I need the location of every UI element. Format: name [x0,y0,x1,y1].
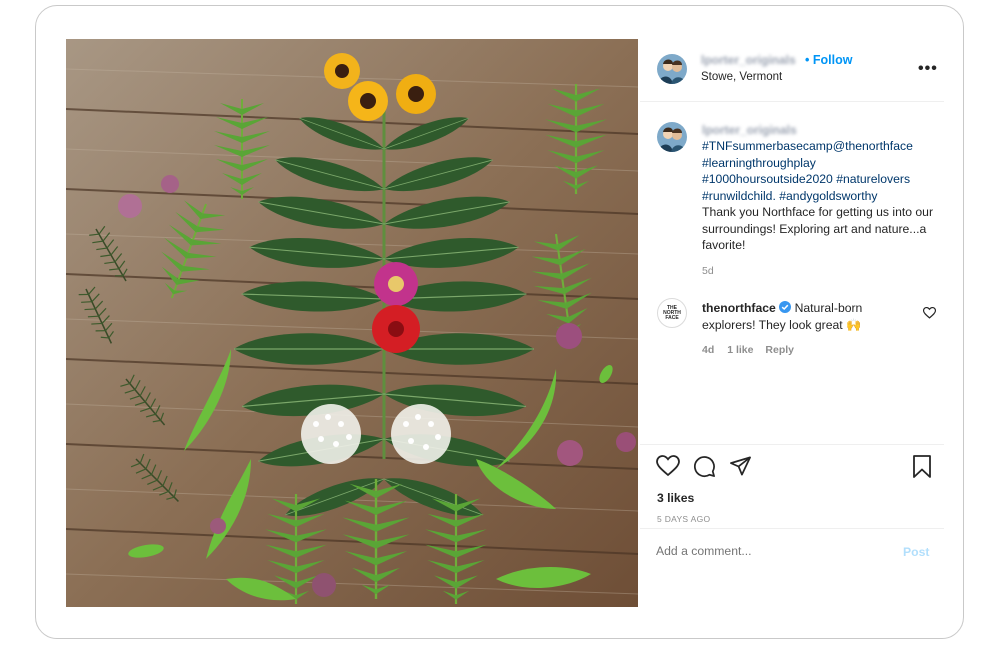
heart-icon[interactable] [656,455,680,477]
post-image[interactable] [66,39,638,607]
follow-button[interactable]: • Follow [805,53,852,67]
likes-count[interactable]: 3 likes [657,491,694,505]
hashtag-link[interactable]: #andygoldsworthy [779,189,877,203]
hashtag-link[interactable]: #naturelovers [836,172,910,186]
add-comment-section: Post [640,528,944,608]
share-icon[interactable] [729,455,752,477]
caption-username[interactable]: lporter_originals [702,123,797,137]
comment-body: thenorthface Natural-born explorers! The… [702,300,916,333]
hashtag-link[interactable]: #learningthroughplay [702,156,816,170]
more-icon[interactable]: ••• [918,60,938,78]
post-username[interactable]: lporter_originals [701,53,796,67]
comment-meta: 4d 1 like Reply [702,344,794,356]
caption-text: #TNFsummerbasecamp@thenorthface #learnin… [702,138,938,254]
comment-likes[interactable]: 1 like [727,344,753,356]
caption-age[interactable]: 5d [702,265,714,277]
post-comment-button[interactable]: Post [903,545,929,559]
comment-like-heart-icon[interactable] [923,307,936,319]
comment-age[interactable]: 4d [702,344,714,356]
caption-body: Thank you Northface for getting us into … [702,205,934,252]
post-location[interactable]: Stowe, Vermont [701,71,782,83]
verified-icon [779,301,792,313]
comment-input[interactable] [656,544,876,558]
reply-button[interactable]: Reply [765,344,794,356]
bookmark-icon[interactable] [912,455,932,478]
post-details-panel: lporter_originals • Follow Stowe, Vermon… [640,39,944,607]
hashtag-link[interactable]: #1000hoursoutside2020 [702,172,833,186]
avatar[interactable] [657,54,687,84]
post-date[interactable]: 5 DAYS AGO [657,514,710,524]
northface-avatar[interactable]: THE NORTH FACE [657,298,687,328]
hashtag-link[interactable]: #TNFsummerbasecamp@thenorthface [702,139,913,153]
post-header: lporter_originals • Follow Stowe, Vermon… [640,39,944,102]
hashtag-link[interactable]: #runwildchild. [702,189,776,203]
caption-avatar[interactable] [657,122,687,152]
comment-username[interactable]: thenorthface [702,301,776,315]
comment-icon[interactable] [693,455,716,478]
northface-logo-text: THE NORTH FACE [663,304,681,321]
